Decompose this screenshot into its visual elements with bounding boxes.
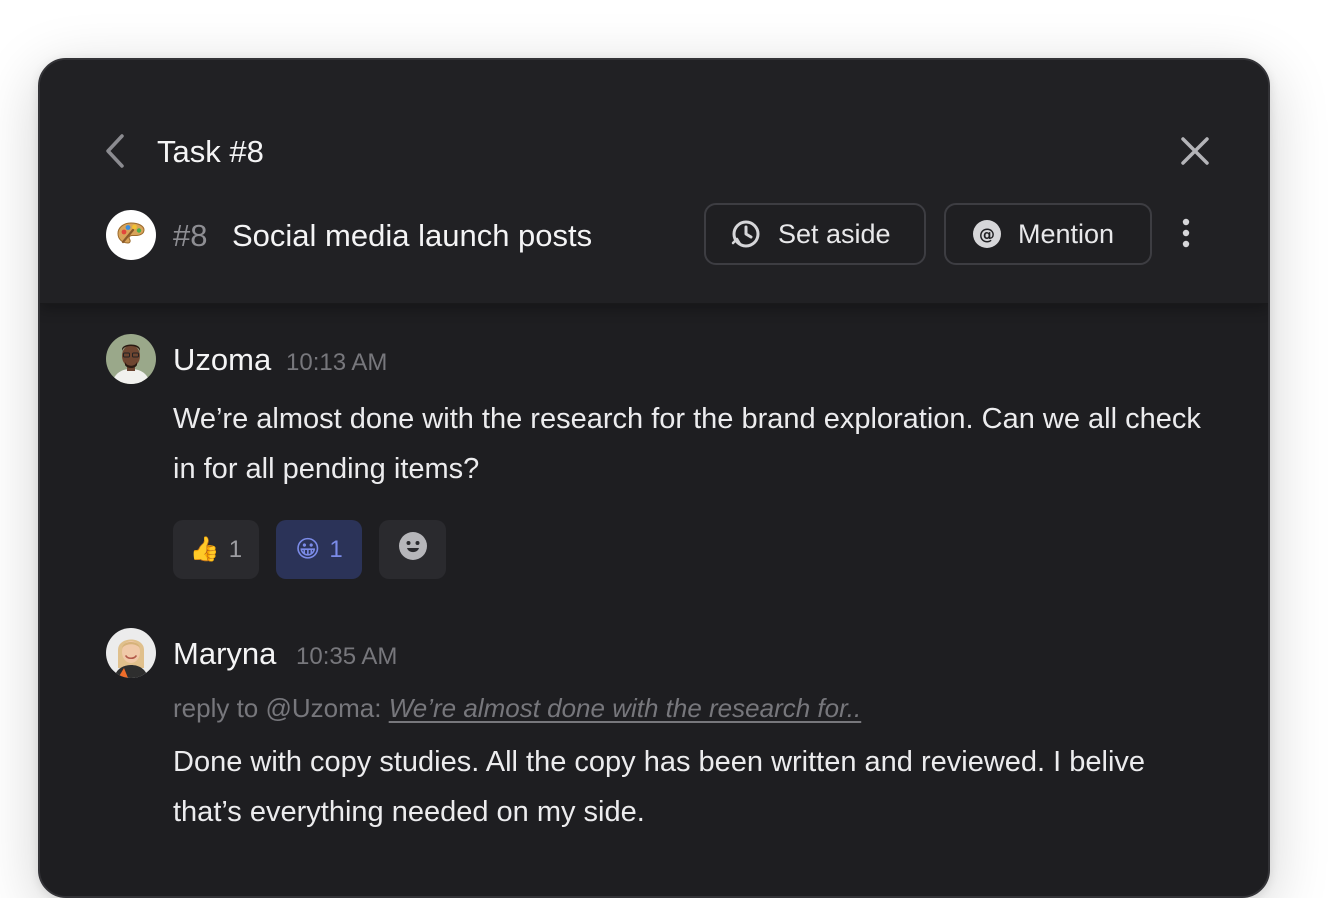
clock-arrow-icon xyxy=(730,218,762,250)
reply-reference: reply to @Uzoma: We’re almost done with … xyxy=(173,688,861,728)
close-icon xyxy=(1180,136,1210,171)
back-button[interactable] xyxy=(100,133,130,174)
set-aside-label: Set aside xyxy=(778,218,891,249)
task-panel: Task #8 #8 Social media launch posts Set… xyxy=(38,58,1270,898)
avatar[interactable] xyxy=(106,628,156,678)
smiley-add-icon xyxy=(398,531,428,568)
reply-quote-link[interactable]: We’re almost done with the research for.… xyxy=(389,693,862,723)
panel-header: Task #8 #8 Social media launch posts Set… xyxy=(40,60,1268,304)
message-timestamp: 10:13 AM xyxy=(286,349,388,376)
reaction-grinning-face[interactable]: 😀 1 xyxy=(276,520,362,579)
message-text: We’re almost done with the research for … xyxy=(173,403,1201,485)
close-button[interactable] xyxy=(1178,136,1212,170)
page-title: Task #8 xyxy=(157,134,264,169)
task-avatar xyxy=(106,210,156,260)
reaction-count: 1 xyxy=(329,535,343,563)
message-text: Done with copy studies. All the copy has… xyxy=(173,746,1146,828)
add-reaction-button[interactable] xyxy=(379,520,446,579)
task-title: Social media launch posts xyxy=(232,218,593,253)
vertical-dots-icon xyxy=(1182,218,1190,253)
set-aside-button[interactable]: Set aside xyxy=(704,203,926,265)
reaction-thumbs-up[interactable]: 👍 1 xyxy=(173,520,259,579)
reaction-count: 1 xyxy=(228,535,243,563)
message-author[interactable]: Uzoma xyxy=(173,340,271,380)
reply-prefix: reply to @Uzoma: xyxy=(173,693,389,723)
more-options-button[interactable] xyxy=(1172,218,1200,252)
chevron-left-icon xyxy=(103,133,127,174)
message-author[interactable]: Maryna xyxy=(173,634,276,674)
mention-button[interactable]: @ Mention xyxy=(944,203,1152,265)
avatar[interactable] xyxy=(106,334,156,384)
palette-icon xyxy=(117,221,145,250)
at-sign-icon: @ xyxy=(972,219,1002,249)
svg-text:@: @ xyxy=(979,225,995,244)
thumbs-up-icon: 👍 xyxy=(189,536,220,563)
mention-label: Mention xyxy=(1018,218,1115,249)
grinning-face-icon: 😀 xyxy=(295,536,321,563)
task-number: #8 xyxy=(173,218,208,253)
message-timestamp: 10:35 AM xyxy=(296,643,398,670)
